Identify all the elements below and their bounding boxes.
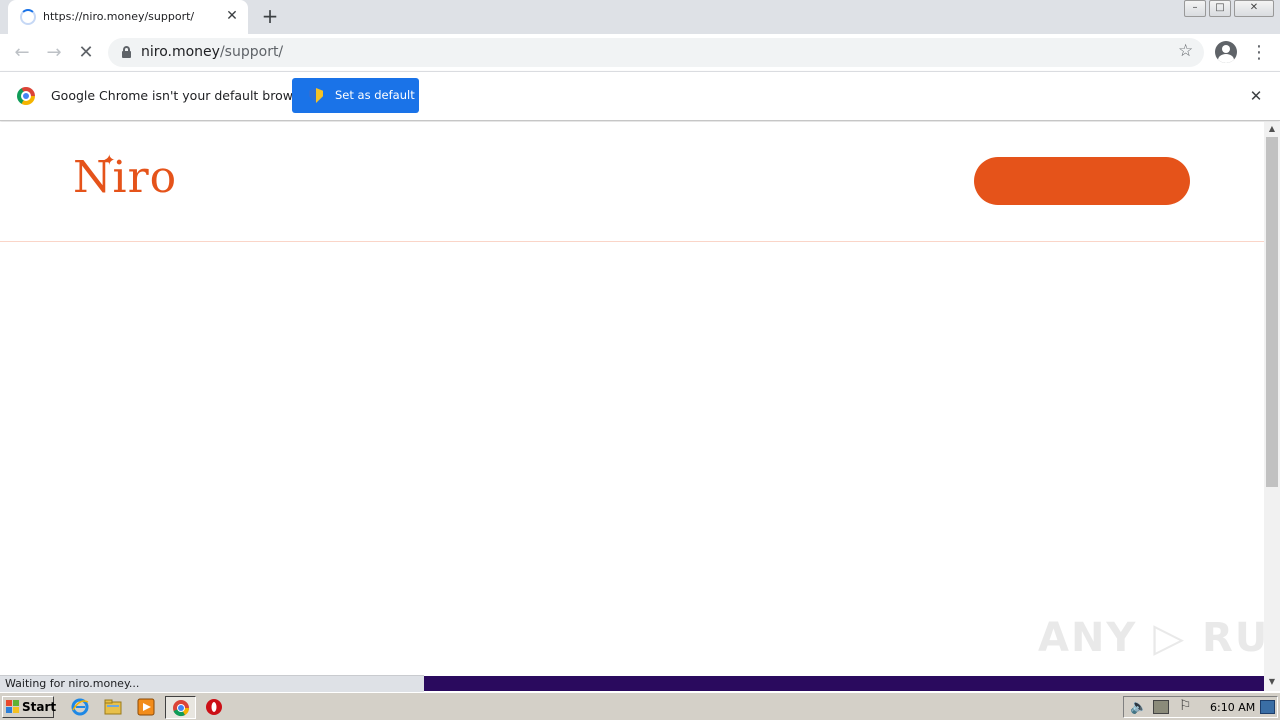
- infobar-message: Google Chrome isn't your default browser: [51, 88, 313, 103]
- tab-close-icon[interactable]: ✕: [224, 7, 240, 25]
- scroll-up-arrow-icon[interactable]: ▲: [1264, 122, 1280, 136]
- show-desktop-icon[interactable]: [1260, 700, 1275, 714]
- status-bubble: Waiting for niro.money...: [0, 675, 424, 692]
- network-icon[interactable]: [1153, 700, 1169, 714]
- header-cta-button[interactable]: [974, 157, 1190, 205]
- tab-strip: https://niro.money/support/ ✕ + – □ ✕: [0, 0, 1280, 34]
- window-maximize-button[interactable]: □: [1209, 0, 1231, 17]
- anyrun-watermark: ANY ▷ RUN: [1038, 615, 1280, 661]
- opera-icon[interactable]: [205, 698, 223, 716]
- start-label: Start: [22, 700, 57, 714]
- windows-taskbar: Start 🔈 ⚐ 6:10 AM: [0, 692, 1280, 720]
- back-button[interactable]: ←: [10, 41, 34, 65]
- start-button[interactable]: Start: [2, 696, 57, 718]
- browser-toolbar: ← → ✕ niro.money/support/ ☆ ⋮: [0, 34, 1280, 71]
- page-loading-bar: [424, 676, 1264, 691]
- page-viewport: Niro ✦ ANY ▷ RUN: [0, 122, 1280, 675]
- url-path: /support/: [219, 44, 284, 60]
- url-host: niro.money: [141, 44, 220, 60]
- header-divider: [0, 241, 1264, 242]
- niro-logo[interactable]: Niro: [73, 152, 177, 203]
- set-as-default-button[interactable]: Set as default: [292, 78, 419, 113]
- vertical-scrollbar[interactable]: ▲ ▼: [1264, 122, 1280, 691]
- taskbar-chrome-button[interactable]: [165, 696, 196, 719]
- chrome-icon: [173, 700, 190, 717]
- chrome-logo-icon: [17, 87, 35, 105]
- new-tab-button[interactable]: +: [258, 4, 282, 28]
- lock-icon[interactable]: [122, 46, 131, 58]
- infobar-close-icon[interactable]: ✕: [1246, 86, 1266, 106]
- file-explorer-icon[interactable]: [104, 698, 122, 716]
- windows-logo-icon: [6, 700, 20, 714]
- volume-icon[interactable]: 🔈: [1130, 699, 1147, 715]
- url-text[interactable]: niro.money/support/: [141, 44, 283, 60]
- system-tray: 🔈 ⚐ 6:10 AM: [1123, 696, 1278, 718]
- uac-shield-icon: [309, 88, 323, 103]
- default-browser-infobar: Google Chrome isn't your default browser…: [0, 71, 1280, 121]
- scrollbar-thumb[interactable]: [1266, 137, 1278, 487]
- window-close-button[interactable]: ✕: [1234, 0, 1274, 17]
- set-as-default-label: Set as default: [335, 88, 415, 102]
- action-center-flag-icon[interactable]: ⚐: [1179, 698, 1192, 714]
- forward-button[interactable]: →: [42, 41, 66, 65]
- stop-loading-button[interactable]: ✕: [74, 41, 98, 65]
- address-bar[interactable]: niro.money/support/ ☆: [108, 38, 1204, 67]
- profile-avatar-icon[interactable]: [1215, 41, 1237, 63]
- internet-explorer-icon[interactable]: [71, 698, 89, 716]
- taskbar-clock[interactable]: 6:10 AM: [1210, 701, 1255, 714]
- logo-sparkle-icon: ✦: [103, 151, 116, 169]
- browser-menu-button[interactable]: ⋮: [1250, 41, 1268, 65]
- tab-title: https://niro.money/support/: [43, 10, 195, 23]
- window-minimize-button[interactable]: –: [1184, 0, 1206, 17]
- media-player-icon[interactable]: [137, 698, 155, 716]
- browser-tab[interactable]: https://niro.money/support/ ✕: [8, 0, 248, 34]
- scroll-down-arrow-icon[interactable]: ▼: [1264, 675, 1280, 689]
- loading-spinner-icon: [20, 9, 36, 25]
- bookmark-star-icon[interactable]: ☆: [1178, 41, 1193, 61]
